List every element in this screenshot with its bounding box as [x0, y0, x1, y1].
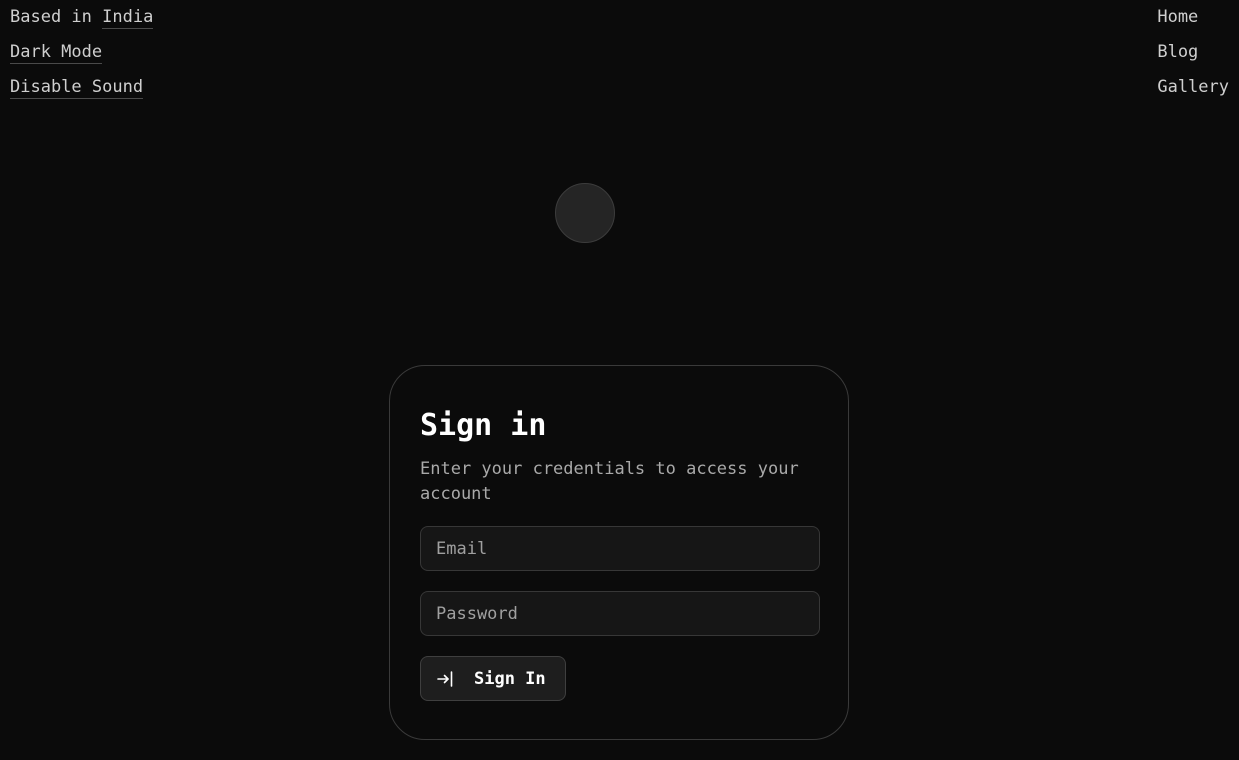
main-nav: Home Blog Gallery [1157, 6, 1229, 99]
sign-in-card: Sign in Enter your credentials to access… [389, 365, 849, 740]
email-field[interactable] [420, 526, 820, 571]
nav-home[interactable]: Home [1157, 6, 1229, 29]
sign-in-icon [436, 669, 456, 689]
dark-mode-toggle[interactable]: Dark Mode [10, 42, 103, 64]
location-link[interactable]: India [102, 7, 154, 29]
sign-in-title: Sign in [420, 408, 547, 443]
sign-in-button[interactable]: Sign In [420, 656, 566, 701]
top-left-links: Based in India Dark Mode Disable Sound [10, 6, 154, 99]
sign-in-subtitle: Enter your credentials to access your ac… [420, 459, 799, 504]
sign-in-button-label: Sign In [474, 668, 546, 689]
sound-row: Disable Sound [10, 76, 153, 99]
nav-gallery[interactable]: Gallery [1157, 76, 1229, 99]
nav-blog[interactable]: Blog [1157, 41, 1229, 64]
password-field[interactable] [420, 591, 820, 636]
dark-mode-row: Dark Mode [10, 41, 153, 64]
avatar [555, 183, 615, 243]
location-row: Based in India [10, 6, 154, 29]
based-in-text: Based in [10, 7, 92, 27]
sound-toggle[interactable]: Disable Sound [10, 77, 144, 99]
